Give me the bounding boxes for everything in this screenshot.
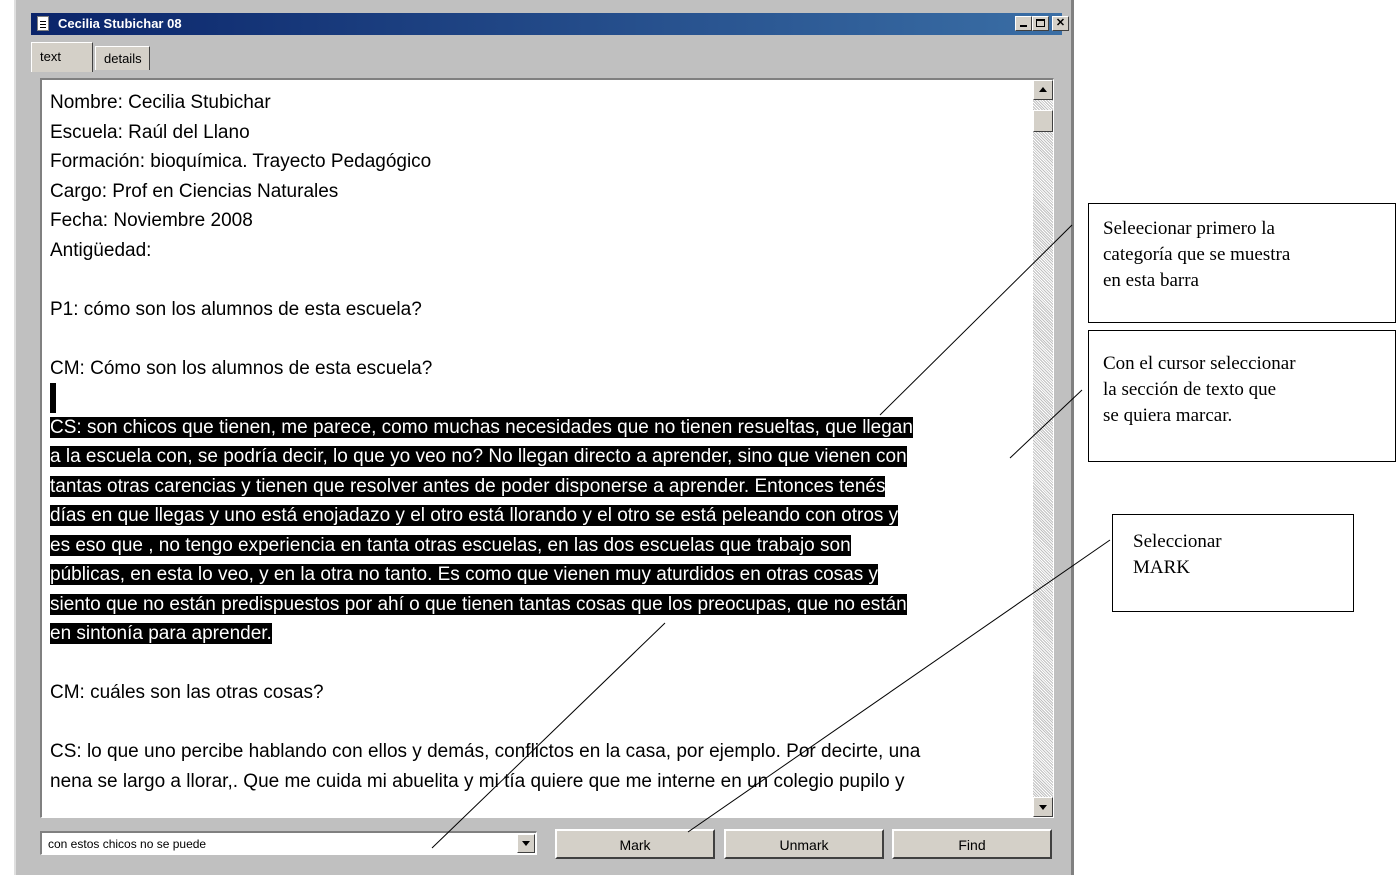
document-line: CS: lo que uno percibe hablando con ello… bbox=[50, 737, 1032, 767]
document-line-text: Fecha: Noviembre 2008 bbox=[50, 210, 253, 231]
vertical-scrollbar[interactable] bbox=[1033, 80, 1053, 817]
document-line: en sintonía para aprender. bbox=[50, 619, 1032, 649]
minimize-button[interactable] bbox=[1015, 16, 1032, 31]
close-button[interactable]: ✕ bbox=[1052, 16, 1069, 31]
document-line: públicas, en esta lo veo, y en la otra n… bbox=[50, 560, 1032, 590]
document-line: nena se largo a llorar,. Que me cuida mi… bbox=[50, 767, 1032, 797]
category-select-value: con estos chicos no se puede bbox=[48, 837, 207, 851]
maximize-icon bbox=[1036, 19, 1045, 27]
document-line-text: días en que llegas y uno está enojadazo … bbox=[50, 505, 899, 526]
document-line-text: CS: son chicos que tienen, me parece, co… bbox=[50, 416, 913, 438]
document-line: días en que llegas y uno está enojadazo … bbox=[50, 501, 1032, 531]
tab-text-label: text bbox=[40, 49, 61, 64]
document-line-text: es eso que , no tengo experiencia en tan… bbox=[50, 534, 851, 556]
chevron-down-icon bbox=[522, 841, 530, 846]
document-line: Antigüedad: bbox=[50, 236, 1032, 266]
callout-select-text: Con el cursor seleccionar la sección de … bbox=[1088, 330, 1396, 462]
callout-line: Con el cursor seleccionar bbox=[1103, 353, 1296, 374]
document-line-text: siento que no están predispuestos por ah… bbox=[50, 593, 907, 615]
document-line-text: Antigüedad: bbox=[50, 239, 152, 261]
document-line-text: P1: cómo son los alumnos de esta escuela… bbox=[50, 298, 422, 320]
document-line-text: a la escuela con, se podría decir, lo qu… bbox=[50, 446, 907, 467]
callout-category: Seleecionar primero la categoría que se … bbox=[1088, 203, 1396, 323]
document-text[interactable]: Nombre: Cecilia Stubichar Escuela: Raúl d… bbox=[50, 88, 1032, 796]
document-line: CS: son chicos que tienen, me parece, co… bbox=[50, 413, 1032, 443]
document-line: CM: cuáles son las otras cosas? bbox=[50, 678, 1032, 708]
callout-line: Seleecionar primero la bbox=[1103, 218, 1275, 239]
scroll-down-button[interactable] bbox=[1033, 797, 1053, 817]
document-line-text: en sintonía para aprender. bbox=[50, 623, 272, 644]
find-button[interactable]: Find bbox=[892, 829, 1052, 859]
document-line-text bbox=[50, 383, 56, 413]
scroll-up-button[interactable] bbox=[1033, 80, 1053, 100]
document-line: CM: Cómo son los alumnos de esta escuela… bbox=[50, 354, 1032, 384]
document-line-text: Cargo: Prof en Ciencias Naturales bbox=[50, 180, 339, 202]
callout-line: Seleccionar bbox=[1133, 531, 1222, 552]
document-line-text: Nombre: Cecilia Stubichar bbox=[50, 92, 271, 113]
tab-details-label: details bbox=[104, 51, 142, 66]
minimize-icon bbox=[1020, 25, 1027, 27]
window-title: Cecilia Stubichar 08 bbox=[58, 16, 182, 31]
document-line-text: CM: Cómo son los alumnos de esta escuela… bbox=[50, 357, 433, 379]
document-line-text: públicas, en esta lo veo, y en la otra n… bbox=[50, 564, 879, 585]
callout-line: categoría que se muestra bbox=[1103, 244, 1291, 265]
document-line-text: CM: cuáles son las otras cosas? bbox=[50, 682, 324, 703]
unmark-button[interactable]: Unmark bbox=[724, 829, 884, 859]
document-line-text: Escuela: Raúl del Llano bbox=[50, 121, 250, 143]
document-line bbox=[50, 383, 1032, 413]
callout-line: en esta barra bbox=[1103, 270, 1199, 291]
document-line: Escuela: Raúl del Llano bbox=[50, 118, 1032, 148]
callout-mark: Seleccionar MARK bbox=[1112, 514, 1354, 612]
category-select[interactable]: con estos chicos no se puede bbox=[40, 831, 537, 855]
close-icon: ✕ bbox=[1055, 17, 1066, 29]
category-dropdown-button[interactable] bbox=[517, 834, 535, 853]
arrow-down-icon bbox=[1039, 805, 1047, 810]
tab-text[interactable]: text bbox=[31, 42, 93, 72]
document-line: Nombre: Cecilia Stubichar bbox=[50, 88, 1032, 118]
document-icon bbox=[37, 16, 49, 31]
tab-details[interactable]: details bbox=[95, 46, 150, 70]
document-line-text: tantas otras carencias y tienen que reso… bbox=[50, 475, 886, 497]
mark-button[interactable]: Mark bbox=[555, 829, 715, 859]
document-line: a la escuela con, se podría decir, lo qu… bbox=[50, 442, 1032, 472]
scroll-thumb[interactable] bbox=[1033, 110, 1053, 132]
callout-line: la sección de texto que bbox=[1103, 379, 1277, 400]
document-line: Fecha: Noviembre 2008 bbox=[50, 206, 1032, 236]
arrow-up-icon bbox=[1039, 87, 1047, 92]
document-line-text: nena se largo a llorar,. Que me cuida mi… bbox=[50, 770, 905, 792]
document-line-text: CS: lo que uno percibe hablando con ello… bbox=[50, 741, 921, 762]
document-text-area[interactable]: Nombre: Cecilia Stubichar Escuela: Raúl d… bbox=[40, 78, 1054, 818]
document-line: es eso que , no tengo experiencia en tan… bbox=[50, 531, 1032, 561]
document-line: siento que no están predispuestos por ah… bbox=[50, 590, 1032, 620]
document-line: Cargo: Prof en Ciencias Naturales bbox=[50, 177, 1032, 207]
maximize-button[interactable] bbox=[1032, 16, 1049, 31]
document-line: Formación: bioquímica. Trayecto Pedagógi… bbox=[50, 147, 1032, 177]
callout-line: se quiera marcar. bbox=[1103, 405, 1233, 426]
document-line-text: Formación: bioquímica. Trayecto Pedagógi… bbox=[50, 151, 432, 172]
bottom-toolbar: con estos chicos no se puede Mark Unmark… bbox=[40, 826, 1056, 864]
document-line: P1: cómo son los alumnos de esta escuela… bbox=[50, 295, 1032, 325]
callout-line: MARK bbox=[1133, 557, 1191, 578]
document-line: tantas otras carencias y tienen que reso… bbox=[50, 472, 1032, 502]
title-bar[interactable]: Cecilia Stubichar 08 ✕ bbox=[31, 13, 1069, 35]
